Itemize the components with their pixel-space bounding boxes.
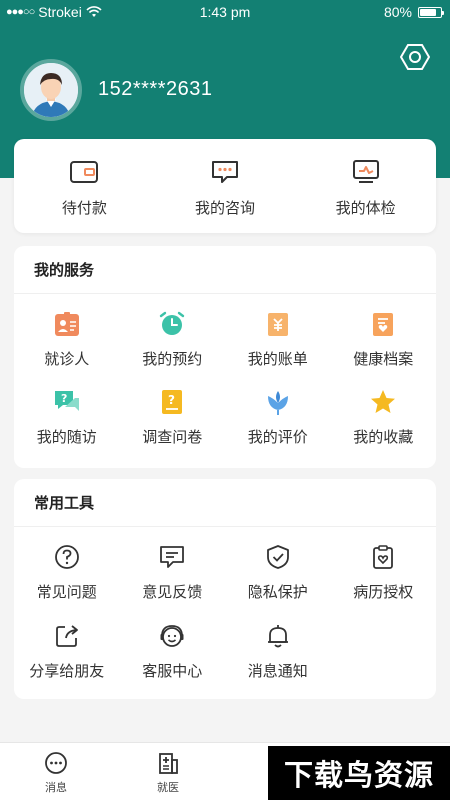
service-label: 健康档案: [353, 350, 414, 368]
tool-label: 分享给朋友: [29, 662, 105, 680]
service-questionnaire[interactable]: ? 调查问卷: [120, 372, 226, 450]
tool-share[interactable]: 分享给朋友: [14, 606, 120, 685]
bill-icon: [264, 310, 292, 338]
order-label: 我的咨询: [195, 199, 256, 217]
tool-feedback[interactable]: 意见反馈: [120, 527, 226, 606]
order-pending-payment[interactable]: 待付款: [14, 159, 155, 233]
hospital-icon: [159, 753, 178, 774]
nav-item-messages[interactable]: 消息: [0, 743, 112, 800]
tool-label: 病历授权: [353, 583, 414, 601]
tool-label: 意见反馈: [142, 583, 203, 601]
orders-card: 待付款 我的咨询 我的体检: [14, 139, 436, 233]
questionnaire-icon: ?: [158, 388, 186, 416]
service-favorites[interactable]: 我的收藏: [331, 372, 437, 450]
headset-icon: [158, 622, 186, 650]
service-label: 我的评价: [247, 428, 308, 446]
user-phone: 152****2631: [98, 78, 213, 100]
service-label: 我的账单: [247, 350, 308, 368]
wallet-icon: [70, 161, 99, 183]
feedback-icon: [158, 543, 186, 571]
service-label: 我的收藏: [353, 428, 414, 446]
question-icon: [53, 543, 81, 571]
status-bar: ●●●○○ Strokei 1:43 pm 80%: [0, 0, 450, 26]
service-bill[interactable]: 我的账单: [225, 294, 331, 372]
service-followup[interactable]: ? 我的随访: [14, 372, 120, 450]
user-avatar-icon: [24, 63, 78, 117]
hexagon-settings-icon: [400, 44, 430, 70]
service-label: 我的随访: [36, 428, 97, 446]
watermark: 下载鸟资源: [268, 746, 450, 800]
tool-label: 隐私保护: [247, 583, 308, 601]
tools-card: 常用工具 常见问题 意见反馈 隐私保护 病历授权 分享给朋友 客服中心 消息通知: [14, 479, 436, 699]
tool-customer-service[interactable]: 客服中心: [120, 606, 226, 685]
service-label: 我的预约: [142, 350, 203, 368]
tool-label: 客服中心: [142, 662, 203, 680]
service-patient[interactable]: 就诊人: [14, 294, 120, 372]
health-record-icon: [369, 310, 397, 338]
message-icon: [45, 752, 67, 774]
service-label: 就诊人: [44, 350, 90, 368]
tool-record-authorization[interactable]: 病历授权: [331, 527, 437, 606]
clipboard-heart-icon: [369, 543, 397, 571]
order-label: 我的体检: [335, 199, 396, 217]
flower-icon: [264, 388, 292, 416]
avatar[interactable]: [20, 59, 82, 121]
nav-label: 就医: [157, 781, 179, 794]
service-appointment[interactable]: 我的预约: [120, 294, 226, 372]
status-time: 1:43 pm: [199, 4, 251, 20]
tool-notifications[interactable]: 消息通知: [225, 606, 331, 685]
svg-text:?: ?: [61, 392, 67, 405]
services-card: 我的服务 就诊人 我的预约 我的账单 健康档案 ? 我的随访 ? 调查问卷 我的…: [14, 246, 436, 468]
order-consultation[interactable]: 我的咨询: [155, 159, 296, 233]
bell-icon: [264, 622, 292, 650]
battery-percent: 80%: [383, 4, 412, 20]
tool-label: 消息通知: [247, 662, 308, 680]
services-title: 我的服务: [14, 246, 436, 294]
service-review[interactable]: 我的评价: [225, 372, 331, 450]
share-icon: [53, 622, 81, 650]
tool-label: 常见问题: [36, 583, 97, 601]
chat-icon: [212, 161, 238, 183]
tools-title: 常用工具: [14, 479, 436, 527]
followup-chat-icon: ?: [53, 388, 81, 416]
patient-card-icon: [53, 310, 81, 338]
nav-item-medical[interactable]: 就医: [112, 743, 224, 800]
monitor-icon: [352, 160, 379, 183]
service-health-record[interactable]: 健康档案: [331, 294, 437, 372]
order-label: 待付款: [61, 199, 107, 217]
svg-text:?: ?: [168, 393, 175, 407]
tool-faq[interactable]: 常见问题: [14, 527, 120, 606]
nav-label: 消息: [45, 781, 67, 794]
shield-check-icon: [264, 543, 292, 571]
settings-button[interactable]: [398, 40, 432, 74]
battery-icon: [418, 6, 444, 18]
tool-privacy[interactable]: 隐私保护: [225, 527, 331, 606]
star-icon: [369, 388, 397, 416]
service-label: 调查问卷: [142, 428, 203, 446]
alarm-clock-icon: [158, 310, 186, 338]
order-checkup[interactable]: 我的体检: [295, 159, 436, 233]
